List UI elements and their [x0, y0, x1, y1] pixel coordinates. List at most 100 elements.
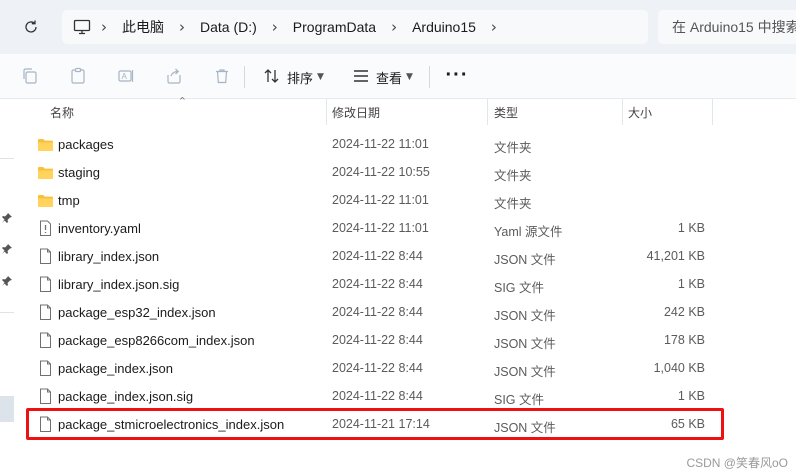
file-row[interactable]: packages 2024-11-22 11:01 文件夹 [30, 131, 720, 159]
view-icon [352, 69, 370, 86]
file-type: 文件夹 [494, 141, 532, 155]
share-icon[interactable] [163, 65, 185, 87]
file-type: SIG 文件 [494, 393, 545, 407]
file-size: 242 KB [663, 305, 705, 319]
folder-icon [37, 136, 54, 153]
file-icon [37, 304, 54, 321]
breadcrumb-this-pc[interactable]: 此电脑 [116, 17, 170, 37]
file-type: JSON 文件 [494, 365, 556, 379]
file-type: SIG 文件 [494, 281, 545, 295]
file-type: 文件夹 [494, 197, 532, 211]
file-date: 2024-11-22 8:44 [332, 249, 423, 263]
file-row[interactable]: tmp 2024-11-22 11:01 文件夹 [30, 187, 720, 215]
file-icon [37, 248, 54, 265]
chevron-down-icon: ▼ [317, 72, 324, 82]
file-icon [37, 332, 54, 349]
file-icon [37, 360, 54, 377]
folder-icon [37, 164, 54, 181]
file-date: 2024-11-22 8:44 [332, 277, 423, 291]
column-divider[interactable] [712, 99, 713, 125]
file-row[interactable]: library_index.json 2024-11-22 8:44 JSON … [30, 243, 720, 271]
file-name: tmp [58, 193, 80, 208]
file-size: 1,040 KB [653, 361, 705, 375]
file-name: package_esp8266com_index.json [58, 333, 255, 348]
address-bar-row: › 此电脑 › Data (D:) › ProgramData › Arduin… [0, 0, 796, 54]
column-divider[interactable] [326, 99, 327, 125]
file-name: staging [58, 165, 100, 180]
folder-icon [37, 192, 54, 209]
file-size: 178 KB [663, 333, 705, 347]
file-name: packages [58, 137, 114, 152]
computer-icon [72, 17, 92, 37]
breadcrumb-drive[interactable]: Data (D:) [194, 19, 263, 35]
column-divider[interactable] [487, 99, 488, 125]
pin-icon[interactable] [1, 243, 13, 255]
file-row[interactable]: package_esp32_index.json 2024-11-22 8:44… [30, 299, 720, 327]
file-date: 2024-11-22 11:01 [332, 221, 429, 235]
command-toolbar: A 排序 ▼ 查看 ▼ [0, 54, 796, 99]
view-label: 查看 [376, 70, 403, 86]
file-size: 1 KB [677, 221, 705, 235]
file-date: 2024-11-22 8:44 [332, 389, 423, 403]
file-row[interactable]: staging 2024-11-22 10:55 文件夹 [30, 159, 720, 187]
toolbar-divider [429, 66, 430, 88]
nav-divider [0, 312, 14, 313]
pin-icon[interactable] [1, 212, 13, 224]
pin-icon[interactable] [1, 275, 13, 287]
sort-button[interactable]: 排序 ▼ [263, 64, 324, 90]
refresh-icon[interactable] [19, 15, 43, 39]
file-name: package_index.json.sig [58, 389, 194, 404]
file-name: library_index.json [58, 249, 160, 264]
file-row[interactable]: package_esp8266com_index.json 2024-11-22… [30, 327, 720, 355]
column-header-date[interactable]: 修改日期 [332, 99, 380, 125]
yaml-file-icon [37, 220, 54, 237]
file-row[interactable]: inventory.yaml 2024-11-22 11:01 Yaml 源文件… [30, 215, 720, 243]
file-row[interactable]: library_index.json.sig 2024-11-22 8:44 S… [30, 271, 720, 299]
file-type: Yaml 源文件 [494, 225, 563, 239]
nav-selected-item[interactable] [0, 396, 14, 422]
chevron-right-icon[interactable]: › [92, 18, 116, 36]
file-row[interactable]: package_index.json 2024-11-22 8:44 JSON … [30, 355, 720, 383]
file-date: 2024-11-22 8:44 [332, 333, 423, 347]
file-date: 2024-11-22 10:55 [332, 165, 430, 179]
chevron-right-icon[interactable]: › [263, 18, 287, 36]
file-date: 2024-11-22 11:01 [332, 193, 429, 207]
paste-icon[interactable] [67, 65, 89, 87]
chevron-right-icon[interactable]: › [482, 18, 506, 36]
copy-icon[interactable] [19, 65, 41, 87]
file-type: JSON 文件 [494, 309, 556, 323]
sort-ascending-icon: ^ [179, 96, 186, 105]
search-input[interactable]: 在 Arduino15 中搜索 [658, 10, 796, 44]
more-options-button[interactable]: ··· [446, 62, 468, 88]
delete-icon[interactable] [211, 65, 233, 87]
chevron-down-icon: ▼ [406, 72, 413, 82]
view-button[interactable]: 查看 ▼ [352, 64, 413, 90]
sort-icon [263, 68, 281, 87]
file-size: 1 KB [677, 277, 705, 291]
file-row[interactable]: package_index.json.sig 2024-11-22 8:44 S… [30, 383, 720, 411]
breadcrumb-arduino15[interactable]: Arduino15 [406, 19, 482, 35]
sort-label: 排序 [287, 70, 314, 86]
file-icon [37, 388, 54, 405]
watermark: CSDN @笑春风oO [686, 456, 788, 470]
file-name: package_index.json [58, 361, 173, 376]
file-type: JSON 文件 [494, 337, 556, 351]
toolbar-divider [244, 66, 245, 88]
column-header-type[interactable]: 类型 [494, 99, 518, 125]
file-name: inventory.yaml [58, 221, 141, 236]
column-divider[interactable] [622, 99, 623, 125]
highlight-box [26, 408, 724, 440]
svg-text:A: A [122, 72, 128, 81]
nav-divider [0, 158, 14, 159]
chevron-right-icon[interactable]: › [170, 18, 194, 36]
file-date: 2024-11-22 8:44 [332, 361, 423, 375]
address-bar[interactable]: › 此电脑 › Data (D:) › ProgramData › Arduin… [62, 10, 648, 44]
file-date: 2024-11-22 8:44 [332, 305, 423, 319]
chevron-right-icon[interactable]: › [382, 18, 406, 36]
file-type: JSON 文件 [494, 253, 556, 267]
rename-icon[interactable]: A [115, 65, 137, 87]
column-header-size[interactable]: 大小 [628, 99, 652, 125]
column-header-name[interactable]: 名称 [50, 99, 74, 125]
breadcrumb-programdata[interactable]: ProgramData [287, 19, 382, 35]
file-icon [37, 276, 54, 293]
